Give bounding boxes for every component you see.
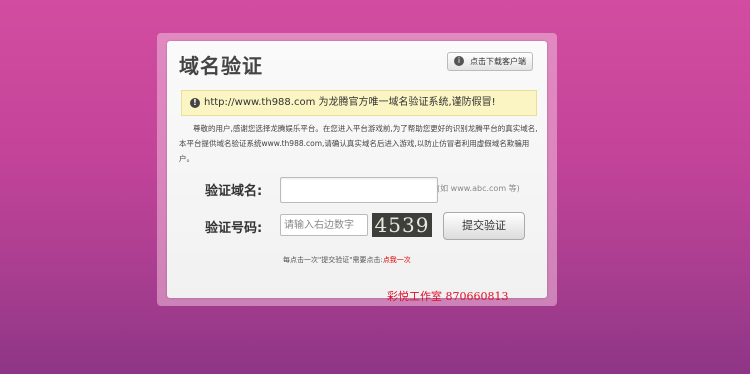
submit-tip: 每点击一次"提交验证"需要点击:点我一次 xyxy=(283,255,411,265)
dialog-frame: 域名验证 i 点击下载客户端 ! http://www.th988.com 为龙… xyxy=(157,33,557,306)
description-text: 尊敬的用户,感谢您选择龙腾娱乐平台。在您进入平台游戏前,为了帮助您更好的识别龙腾… xyxy=(179,124,538,163)
notice-text: http://www.th988.com 为龙腾官方唯一域名验证系统,谨防假冒! xyxy=(204,97,496,108)
download-client-label: 点击下载客户端 xyxy=(470,57,526,66)
code-input[interactable]: 请输入右边数字 xyxy=(280,214,368,236)
page-background: { "dialog": { "title": "域名验证", "download… xyxy=(0,0,750,374)
captcha-image[interactable]: 4539 xyxy=(372,213,432,237)
click-once-link[interactable]: 点我一次 xyxy=(383,256,411,264)
footer-credit: 彩悦工作室 870660813 xyxy=(387,290,509,303)
download-client-button[interactable]: i 点击下载客户端 xyxy=(447,52,533,71)
warning-icon: ! xyxy=(190,98,200,108)
code-label: 验证号码: xyxy=(205,221,263,236)
domain-label: 验证域名: xyxy=(205,184,263,199)
submit-tip-text: 每点击一次"提交验证"需要点击: xyxy=(283,256,383,264)
domain-hint: (如 www.abc.com 等) xyxy=(437,184,520,193)
submit-verification-button[interactable]: 提交验证 xyxy=(443,212,525,240)
notice-banner: ! http://www.th988.com 为龙腾官方唯一域名验证系统,谨防假… xyxy=(181,90,537,116)
domain-input[interactable] xyxy=(280,177,438,203)
verification-panel: 域名验证 i 点击下载客户端 ! http://www.th988.com 为龙… xyxy=(167,41,547,303)
info-icon: i xyxy=(454,56,464,66)
page-title: 域名验证 xyxy=(179,54,263,78)
